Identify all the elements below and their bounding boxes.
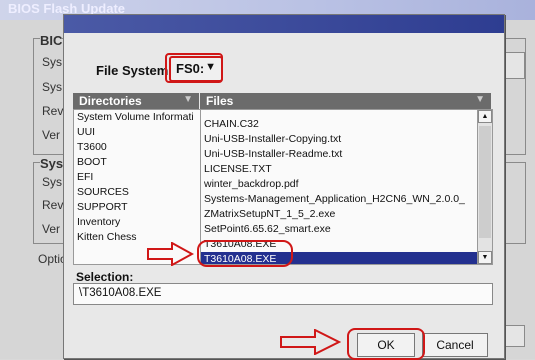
list-item[interactable]: SUPPORT xyxy=(74,200,200,215)
list-item[interactable]: winter_backdrop.pdf xyxy=(201,177,478,192)
filter-icon[interactable]: ▼ xyxy=(183,94,193,105)
cancel-button[interactable]: Cancel xyxy=(422,333,488,357)
system-group-right-edge xyxy=(503,162,526,244)
list-item-partial[interactable] xyxy=(201,110,478,117)
file-system-label: File System: xyxy=(96,63,173,78)
background-button[interactable] xyxy=(505,52,525,79)
list-item[interactable]: Systems-Management_Application_H2CN6_WN_… xyxy=(201,192,478,207)
version-label-2: Ver xyxy=(42,222,61,236)
ok-highlight-box xyxy=(347,328,425,360)
list-item[interactable]: Uni-USB-Installer-Copying.txt xyxy=(201,132,478,147)
bios-group-title: BIC xyxy=(40,33,63,48)
right-arrow-icon xyxy=(147,242,194,266)
selection-field[interactable]: \T3610A08.EXE xyxy=(73,283,493,305)
bios-label: Sys xyxy=(42,55,63,69)
selection-label: Selection: xyxy=(76,270,134,284)
directories-header: Directories ▼ xyxy=(73,93,199,109)
background-button-2[interactable] xyxy=(505,325,525,347)
file-browser-dialog: File System: FS0: ▼ Directories ▼ Files … xyxy=(63,14,505,359)
list-item[interactable]: System Volume Informati xyxy=(74,110,200,125)
revision-label: Rev xyxy=(42,104,64,118)
right-arrow-icon xyxy=(280,329,341,355)
system-label-2: Sys xyxy=(42,175,63,189)
list-item[interactable]: Inventory xyxy=(74,215,200,230)
list-item[interactable]: Uni-USB-Installer-Readme.txt xyxy=(201,147,478,162)
fs-highlight-box xyxy=(165,53,223,83)
options-label: Optic xyxy=(38,252,67,266)
files-header-label: Files xyxy=(206,94,234,108)
version-label: Ver xyxy=(42,128,61,142)
list-item[interactable]: EFI xyxy=(74,170,200,185)
list-item[interactable]: SetPoint6.65.62_smart.exe xyxy=(201,222,478,237)
files-header: Files ▼ xyxy=(200,93,491,109)
system-group-title: Sys xyxy=(40,156,64,171)
scroll-up-icon[interactable]: ▲ xyxy=(478,110,492,123)
system-label: Sys xyxy=(42,80,63,94)
list-item[interactable]: UUI xyxy=(74,125,200,140)
scroll-thumb[interactable] xyxy=(479,126,491,238)
list-item[interactable]: T3600 xyxy=(74,140,200,155)
revision-label-2: Rev xyxy=(42,198,64,212)
files-scrollbar[interactable]: ▲ ▼ xyxy=(477,109,493,265)
list-item[interactable]: ZMatrixSetupNT_1_5_2.exe xyxy=(201,207,478,222)
scroll-down-icon[interactable]: ▼ xyxy=(478,251,492,264)
list-item[interactable]: SOURCES xyxy=(74,185,200,200)
file-highlight-box xyxy=(197,240,293,267)
filter-icon[interactable]: ▼ xyxy=(475,94,485,105)
selection-value: \T3610A08.EXE xyxy=(79,287,162,299)
list-item[interactable]: LICENSE.TXT xyxy=(201,162,478,177)
dialog-titlebar xyxy=(64,15,504,33)
directories-header-label: Directories xyxy=(79,94,142,108)
list-item[interactable]: BOOT xyxy=(74,155,200,170)
list-item[interactable]: CHAIN.C32 xyxy=(201,117,478,132)
